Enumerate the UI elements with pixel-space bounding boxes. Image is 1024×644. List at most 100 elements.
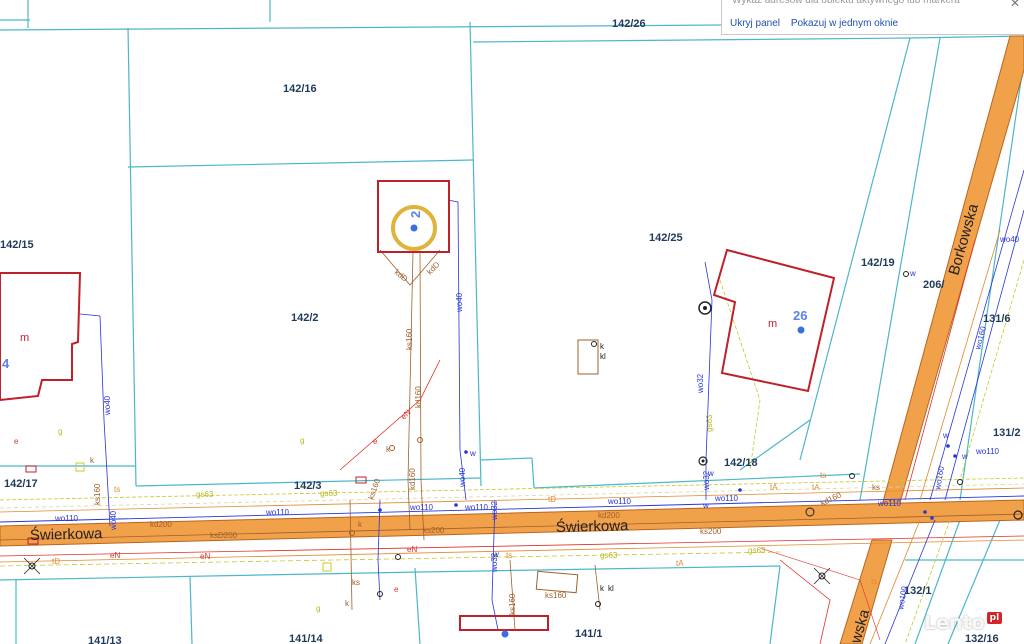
- svg-text:ksD200: ksD200: [210, 531, 238, 540]
- svg-text:ks160: ks160: [405, 328, 414, 350]
- svg-text:k: k: [600, 342, 605, 351]
- single-window-link[interactable]: Pokazuj w jednym oknie: [791, 18, 898, 29]
- svg-text:ts: ts: [871, 577, 877, 586]
- svg-text:kd200: kd200: [150, 520, 172, 529]
- svg-text:gs63: gs63: [320, 489, 338, 498]
- street-labels: Świerkowa Świerkowa Borkowska wska: [30, 201, 983, 644]
- svg-text:wo40: wo40: [455, 292, 464, 313]
- hide-panel-link[interactable]: Ukryj panel: [730, 18, 780, 29]
- parcel-label[interactable]: 142/26: [612, 18, 646, 30]
- panel-header: Wykaz adresów dla obiektu aktywnego lub …: [732, 0, 960, 6]
- svg-text:g: g: [58, 427, 62, 436]
- parcel-label[interactable]: 131/6: [983, 313, 1011, 325]
- svg-text:eN: eN: [200, 552, 210, 561]
- svg-text:wo110: wo110: [607, 497, 632, 506]
- svg-text:eN: eN: [399, 408, 413, 422]
- svg-text:ks200: ks200: [423, 526, 445, 535]
- svg-text:gs63: gs63: [748, 546, 766, 555]
- svg-text:ks160: ks160: [508, 593, 517, 615]
- svg-text:ks160: ks160: [93, 483, 102, 505]
- parcel-label[interactable]: 206/: [923, 279, 944, 291]
- svg-text:w: w: [961, 452, 968, 461]
- svg-text:e: e: [14, 437, 19, 446]
- house-number-26[interactable]: 26: [793, 308, 807, 323]
- svg-text:wo32: wo32: [696, 373, 705, 394]
- building-mark: m: [768, 318, 777, 330]
- address-point-26[interactable]: [797, 326, 805, 334]
- address-point-2[interactable]: [410, 224, 418, 232]
- parcel-label[interactable]: 141/13: [88, 635, 122, 644]
- road-borkowska: [839, 35, 1024, 644]
- svg-text:wo40: wo40: [109, 510, 118, 531]
- svg-text:wo110: wo110: [54, 514, 79, 523]
- svg-text:gs63: gs63: [705, 414, 714, 432]
- address-panel: Wykaz adresów dla obiektu aktywnego lub …: [721, 0, 1024, 35]
- utility-map[interactable]: 142/26 142/16 142/15 142/25 142/2 142/19…: [0, 0, 1024, 644]
- svg-text:kd160: kd160: [408, 468, 417, 490]
- svg-text:ts: ts: [114, 485, 120, 494]
- svg-text:k: k: [600, 584, 605, 593]
- svg-text:ts: ts: [820, 471, 826, 480]
- svg-text:k: k: [90, 456, 95, 465]
- close-icon[interactable]: ✕: [1010, 0, 1020, 10]
- building-mark: m: [20, 332, 29, 344]
- svg-text:kl: kl: [608, 584, 614, 593]
- svg-text:e: e: [394, 585, 399, 594]
- parcel-label[interactable]: 132/16: [965, 633, 999, 644]
- parcel-label[interactable]: 142/3: [294, 480, 322, 492]
- svg-text:tA: tA: [812, 483, 820, 492]
- svg-text:kd160: kd160: [414, 386, 423, 408]
- svg-text:wo100: wo100: [896, 585, 909, 611]
- svg-text:wo32: wo32: [490, 500, 499, 521]
- svg-text:wo160: wo160: [973, 325, 988, 352]
- watermark-tld: pl: [986, 612, 1003, 624]
- parcel-label[interactable]: 131/2: [993, 427, 1021, 439]
- svg-text:g: g: [316, 604, 320, 613]
- svg-text:wo40: wo40: [103, 395, 112, 416]
- svg-text:ks160: ks160: [545, 591, 567, 600]
- svg-text:wo110: wo110: [877, 499, 902, 508]
- building-south[interactable]: [459, 615, 549, 631]
- svg-text:w: w: [492, 550, 499, 559]
- svg-text:w: w: [469, 449, 476, 458]
- house-number-2[interactable]: 2: [408, 211, 423, 218]
- svg-text:wo110: wo110: [714, 494, 739, 503]
- parcel-label[interactable]: 142/19: [861, 257, 895, 269]
- parcel-label[interactable]: 142/16: [283, 83, 317, 95]
- svg-text:ks: ks: [872, 483, 880, 492]
- svg-text:ts: ts: [506, 551, 512, 560]
- parcel-label[interactable]: 141/1: [575, 628, 603, 640]
- svg-text:k: k: [345, 599, 350, 608]
- house-number-4[interactable]: 4: [2, 356, 10, 371]
- parcel-label[interactable]: 142/25: [649, 232, 683, 244]
- street-label-borkowska[interactable]: Borkowska: [946, 201, 983, 277]
- svg-text:gs63: gs63: [600, 551, 618, 560]
- svg-text:wo160: wo160: [933, 465, 946, 491]
- parcel-label[interactable]: 142/17: [4, 478, 38, 490]
- svg-text:ks: ks: [352, 578, 360, 587]
- svg-text:g: g: [300, 436, 304, 445]
- parcel-label[interactable]: 142/15: [0, 239, 34, 251]
- svg-text:tD: tD: [52, 557, 60, 566]
- svg-text:w: w: [707, 469, 714, 478]
- svg-text:w: w: [942, 431, 949, 440]
- svg-text:tA: tA: [770, 483, 778, 492]
- street-label-swierkowa[interactable]: Świerkowa: [30, 524, 104, 544]
- svg-text:kd200: kd200: [598, 511, 620, 520]
- svg-text:w: w: [909, 269, 916, 278]
- svg-text:wo110: wo110: [464, 503, 489, 512]
- svg-text:wo110: wo110: [409, 503, 434, 512]
- watermark-brand: Lento: [924, 612, 985, 634]
- watermark-logo: Lento pl: [924, 612, 1003, 634]
- svg-text:tD: tD: [548, 495, 556, 504]
- building-house-4[interactable]: [0, 272, 82, 402]
- svg-text:e: e: [373, 437, 378, 446]
- svg-text:wo110: wo110: [265, 508, 290, 517]
- svg-text:eN: eN: [110, 551, 120, 560]
- parcel-label[interactable]: 141/14: [289, 633, 324, 644]
- address-point-south[interactable]: [501, 630, 509, 638]
- svg-text:wo110: wo110: [975, 447, 1000, 456]
- parcel-label[interactable]: 142/18: [724, 457, 758, 469]
- svg-text:kl: kl: [600, 352, 606, 361]
- parcel-label[interactable]: 142/2: [291, 312, 319, 324]
